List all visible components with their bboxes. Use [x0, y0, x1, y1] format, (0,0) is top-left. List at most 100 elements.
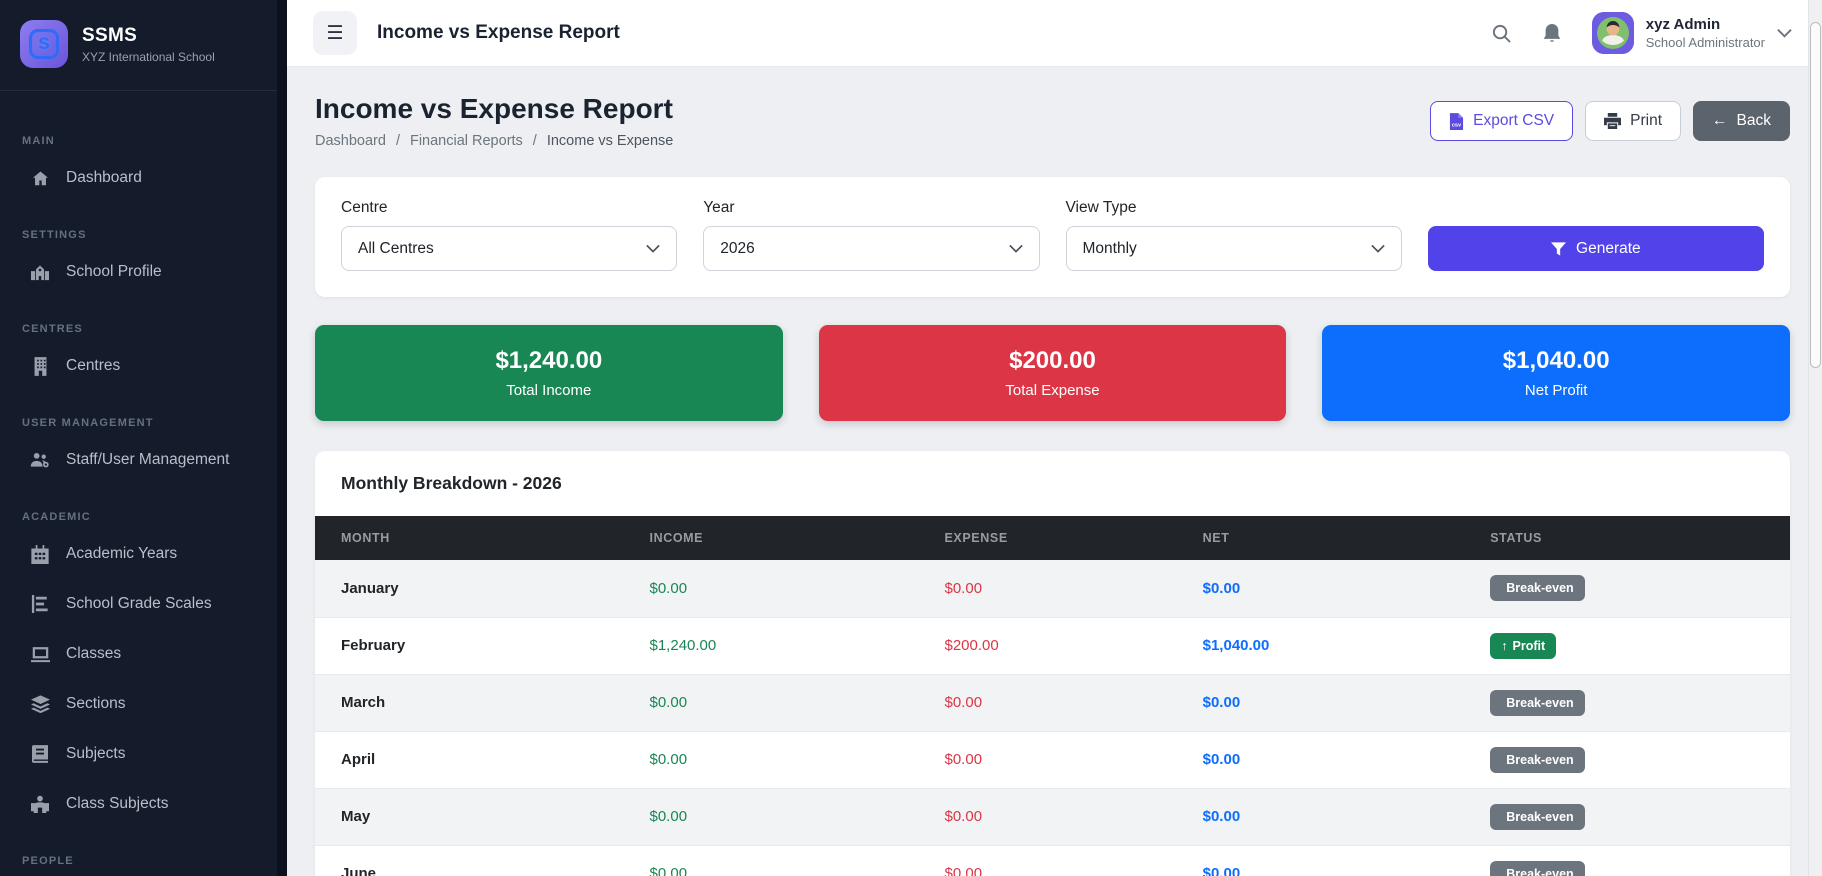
svg-text:csv: csv [1452, 122, 1462, 128]
search-icon [1491, 23, 1512, 44]
page-title: Income vs Expense Report [315, 93, 673, 125]
arrow-up-icon: ↑ [1501, 639, 1507, 653]
nav-section-user-management: USER MANAGEMENT [0, 417, 287, 429]
book-icon [30, 744, 50, 764]
status-badge: Break-even [1490, 861, 1584, 876]
net-profit-card: $1,040.00 Net Profit [1322, 325, 1790, 421]
nav-section-centres: CENTRES [0, 323, 287, 335]
net-profit-value: $1,040.00 [1503, 347, 1610, 375]
total-expense-card: $200.00 Total Expense [819, 325, 1287, 421]
back-button[interactable]: ← Back [1693, 101, 1790, 141]
status-badge: Break-even [1490, 575, 1584, 601]
chevron-down-icon [1371, 244, 1385, 253]
breadcrumb-separator: / [533, 133, 537, 149]
sidebar-item-sections[interactable]: Sections [0, 679, 287, 729]
print-button[interactable]: Print [1585, 101, 1681, 141]
file-csv-icon: csv [1449, 113, 1464, 130]
total-income-label: Total Income [506, 382, 591, 399]
arrow-left-icon: ← [1712, 112, 1728, 130]
scrollbar-thumb[interactable] [1810, 22, 1821, 368]
table-row-january: January $0.00 $0.00 $0.00 Break-even [315, 560, 1790, 617]
table-row-april: April $0.00 $0.00 $0.00 Break-even [315, 731, 1790, 788]
brand-subtitle: XYZ International School [82, 50, 215, 64]
sidebar-item-dashboard[interactable]: Dashboard [0, 153, 287, 203]
page-content: Income vs Expense Report Dashboard / Fin… [287, 67, 1822, 876]
chevron-down-icon [1777, 28, 1792, 38]
status-badge: Break-even [1490, 690, 1584, 716]
sidebar-item-centres[interactable]: Centres [0, 341, 287, 391]
sidebar-item-academic-years[interactable]: Academic Years [0, 529, 287, 579]
total-expense-label: Total Expense [1005, 382, 1099, 399]
sidebar-item-school-profile[interactable]: School Profile [0, 247, 287, 297]
centre-label: Centre [341, 199, 677, 217]
export-csv-button[interactable]: csv Export CSV [1430, 101, 1573, 141]
centre-select[interactable]: All Centres [341, 226, 677, 271]
sidebar-item-classes[interactable]: Classes [0, 629, 287, 679]
building-icon [30, 356, 50, 376]
layers-icon [30, 694, 50, 714]
user-menu[interactable]: xyz Admin School Administrator [1592, 12, 1792, 54]
search-button[interactable] [1491, 23, 1512, 44]
monthly-breakdown-card: Monthly Breakdown - 2026 MONTH INCOME EX… [315, 451, 1790, 876]
teacher-icon [30, 794, 50, 814]
main-area: ☰ Income vs Expense Report xyz Admin Sch… [287, 0, 1822, 876]
status-badge: ↑Profit [1490, 633, 1556, 659]
generate-button[interactable]: Generate [1428, 226, 1764, 271]
column-expense: EXPENSE [935, 516, 1193, 560]
calendar-icon [30, 544, 50, 564]
page-scrollbar[interactable] [1808, 0, 1822, 876]
printer-icon [1604, 113, 1621, 129]
sidebar: S SSMS XYZ International School MAIN Das… [0, 0, 287, 876]
filter-card: Centre All Centres Year 2026 View Type [315, 177, 1790, 297]
table-header-row: MONTH INCOME EXPENSE NET STATUS [315, 516, 1790, 560]
table-row-march: March $0.00 $0.00 $0.00 Break-even [315, 674, 1790, 731]
table-row-february: February $1,240.00 $200.00 $1,040.00 ↑Pr… [315, 617, 1790, 674]
grade-chart-icon [30, 594, 50, 614]
topbar-title: Income vs Expense Report [377, 22, 620, 44]
brand-name: SSMS [82, 25, 215, 47]
year-label: Year [703, 199, 1039, 217]
screen-icon [30, 644, 50, 664]
breadcrumb-separator: / [396, 133, 400, 149]
sidebar-item-class-subjects[interactable]: Class Subjects [0, 779, 287, 829]
table-title: Monthly Breakdown - 2026 [315, 451, 1790, 516]
app-logo-icon: S [20, 20, 68, 68]
school-icon [30, 262, 50, 282]
hamburger-icon: ☰ [326, 22, 343, 45]
topbar: ☰ Income vs Expense Report xyz Admin Sch… [287, 0, 1822, 67]
view-type-label: View Type [1066, 199, 1402, 217]
column-net: NET [1193, 516, 1481, 560]
app-window: S SSMS XYZ International School MAIN Das… [0, 0, 1822, 876]
chevron-down-icon [1009, 244, 1023, 253]
sidebar-toggle-button[interactable]: ☰ [313, 11, 357, 55]
user-avatar [1592, 12, 1634, 54]
sidebar-scroll-track[interactable] [277, 0, 287, 876]
column-month: MONTH [315, 516, 640, 560]
sidebar-nav: MAIN Dashboard SETTINGS School Profile C… [0, 91, 287, 867]
breadcrumb: Dashboard / Financial Reports / Income v… [315, 133, 673, 149]
notifications-button[interactable] [1542, 23, 1562, 44]
sidebar-item-school-grade-scales[interactable]: School Grade Scales [0, 579, 287, 629]
net-profit-label: Net Profit [1525, 382, 1588, 399]
nav-section-settings: SETTINGS [0, 229, 287, 241]
page-header: Income vs Expense Report Dashboard / Fin… [315, 93, 1790, 149]
breadcrumb-current: Income vs Expense [547, 133, 674, 149]
status-badge: Break-even [1490, 804, 1584, 830]
breadcrumb-financial-reports[interactable]: Financial Reports [410, 133, 523, 149]
year-select[interactable]: 2026 [703, 226, 1039, 271]
nav-section-main: MAIN [0, 135, 287, 147]
nav-section-people: PEOPLE [0, 855, 287, 867]
nav-section-academic: ACADEMIC [0, 511, 287, 523]
column-status: STATUS [1480, 516, 1790, 560]
column-income: INCOME [640, 516, 935, 560]
view-type-select[interactable]: Monthly [1066, 226, 1402, 271]
bell-icon [1542, 23, 1562, 44]
chevron-down-icon [646, 244, 660, 253]
sidebar-item-staff-user-management[interactable]: Staff/User Management [0, 435, 287, 485]
sidebar-item-subjects[interactable]: Subjects [0, 729, 287, 779]
total-expense-value: $200.00 [1009, 347, 1096, 375]
filter-funnel-icon [1551, 242, 1566, 256]
breadcrumb-dashboard[interactable]: Dashboard [315, 133, 386, 149]
table-row-may: May $0.00 $0.00 $0.00 Break-even [315, 788, 1790, 845]
brand: S SSMS XYZ International School [0, 0, 287, 91]
